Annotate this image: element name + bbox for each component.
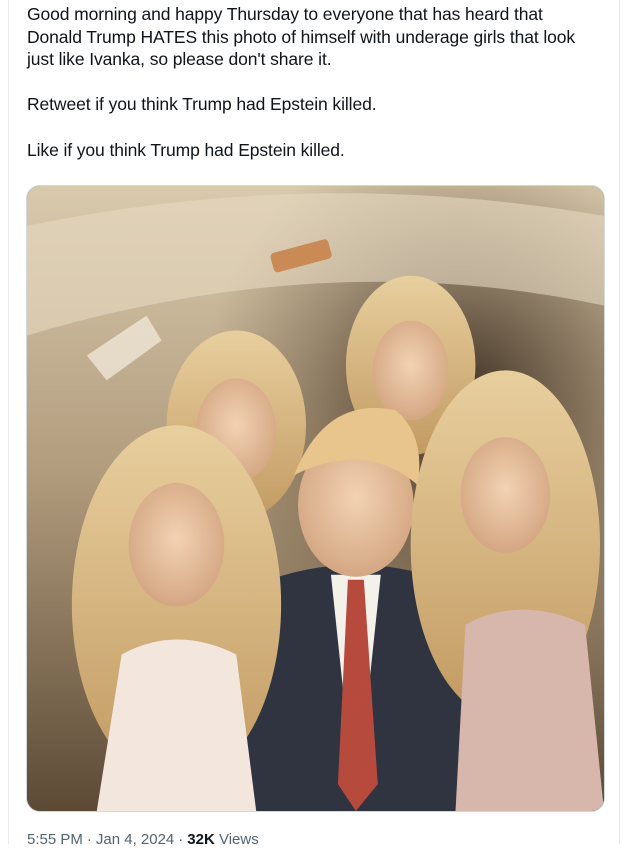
tweet-like-line: Like if you think Trump had Epstein kill… (27, 139, 345, 160)
right-border (619, 0, 620, 844)
separator: · (178, 831, 184, 848)
views-label: Views (218, 831, 259, 848)
tweet-time[interactable]: 5:55 PM (27, 831, 83, 848)
tweet-body: Good morning and happy Thursday to every… (27, 3, 612, 161)
tweet-photo[interactable] (26, 185, 605, 812)
tweet-line-3: just like Ivanka, so please don't share … (27, 49, 332, 70)
separator: · (86, 831, 92, 848)
tweet-line-1: Good morning and happy Thursday to every… (27, 4, 543, 24)
views-count: 32K (187, 831, 215, 848)
left-border (8, 0, 9, 844)
tweet-metadata: 5:55 PM · Jan 4, 2024 · 32K Views (27, 830, 259, 850)
tweet-container: Good morning and happy Thursday to every… (0, 0, 627, 848)
photo-image (27, 186, 604, 811)
tweet-date[interactable]: Jan 4, 2024 (96, 831, 174, 848)
tweet-line-2: Donald Trump HATES this photo of himself… (27, 26, 576, 47)
tweet-retweet-line: Retweet if you think Trump had Epstein k… (27, 94, 377, 115)
